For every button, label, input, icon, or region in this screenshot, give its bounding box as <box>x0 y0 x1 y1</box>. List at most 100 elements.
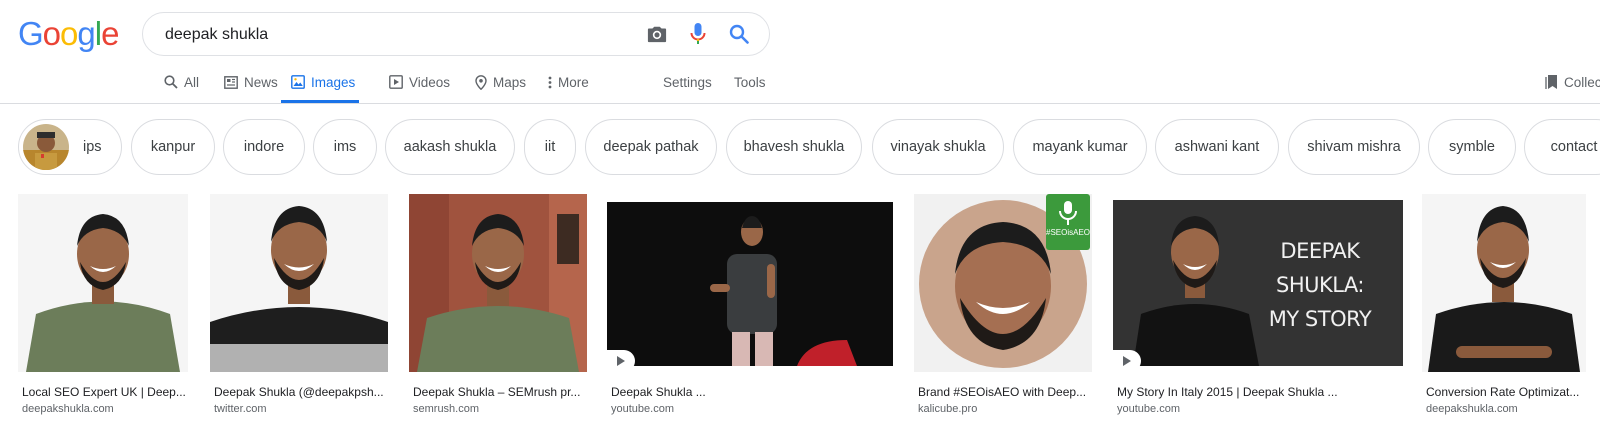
result-source[interactable]: youtube.com <box>611 403 674 415</box>
logo-letter: o <box>60 15 78 52</box>
chip-label: contact <box>1550 139 1598 155</box>
chip-label: ims <box>333 139 357 155</box>
newspaper-icon <box>224 75 238 89</box>
chip-symble[interactable]: symble <box>1428 119 1516 175</box>
play-icon <box>607 350 635 372</box>
chip-indore[interactable]: indore <box>223 119 305 175</box>
result-title[interactable]: Local SEO Expert UK | Deep... <box>22 385 188 399</box>
image-result[interactable]: Deepak Shukla ... youtube.com <box>607 194 893 415</box>
result-title[interactable]: Conversion Rate Optimizat... <box>1426 385 1586 399</box>
image-result[interactable]: #SEOisAEO Brand #SEOisAEO with Deep... k… <box>914 194 1092 415</box>
chip-label: shivam mishra <box>1307 139 1401 155</box>
tools-label: Tools <box>734 74 766 90</box>
map-pin-icon <box>475 74 487 90</box>
chip-kanpur[interactable]: kanpur <box>131 119 215 175</box>
result-title[interactable]: Deepak Shukla – SEMrush pr... <box>413 385 587 399</box>
chip-ims[interactable]: ims <box>313 119 377 175</box>
overlay-line: MY STORY <box>1268 307 1372 331</box>
tab-label: News <box>244 74 278 90</box>
collections-label: Collections <box>1564 74 1600 90</box>
badge-text: #SEOisAEO <box>1046 228 1091 237</box>
chip-label: deepak pathak <box>603 139 699 155</box>
chip-iit[interactable]: iit <box>524 119 576 175</box>
image-result[interactable]: Conversion Rate Optimizat... deepakshukl… <box>1422 194 1586 415</box>
chip-label: iit <box>544 139 556 155</box>
result-thumbnail[interactable]: DEEPAK SHUKLA: MY STORY <box>1113 194 1403 372</box>
bookmark-icon <box>1545 74 1558 90</box>
tab-news[interactable]: News <box>224 62 278 102</box>
result-thumbnail[interactable] <box>409 194 587 372</box>
search-icon[interactable] <box>727 22 751 46</box>
chip-thumbnail <box>23 124 69 170</box>
result-source[interactable]: deepakshukla.com <box>1426 403 1518 415</box>
chip-contact[interactable]: contact <box>1524 119 1600 175</box>
tab-label: All <box>184 74 200 90</box>
tab-more[interactable]: More <box>548 62 589 102</box>
chip-label: bhavesh shukla <box>743 139 845 155</box>
chip-vinayak-shukla[interactable]: vinayak shukla <box>872 119 1004 175</box>
result-title[interactable]: Deepak Shukla (@deepakpsh... <box>214 385 388 399</box>
image-icon <box>291 75 305 89</box>
result-source[interactable]: deepakshukla.com <box>22 403 114 415</box>
logo-letter: g <box>77 15 95 52</box>
chip-label: ips <box>83 139 102 155</box>
result-source[interactable]: twitter.com <box>214 403 267 415</box>
tab-label: Maps <box>493 74 527 90</box>
microphone-icon <box>1059 201 1077 225</box>
logo-letter: o <box>42 15 61 52</box>
seo-badge: #SEOisAEO <box>1046 194 1090 250</box>
google-logo[interactable]: Google <box>18 14 119 54</box>
chip-deepak-pathak[interactable]: deepak pathak <box>585 119 717 175</box>
search-tabs: All News Images Videos Maps More Setting… <box>0 62 1600 103</box>
result-title[interactable]: Deepak Shukla ... <box>611 385 706 399</box>
image-result[interactable]: DEEPAK SHUKLA: MY STORY My Story In Ital… <box>1113 194 1403 415</box>
result-thumbnail[interactable] <box>18 194 188 372</box>
tab-videos[interactable]: Videos <box>389 62 450 102</box>
tab-all[interactable]: All <box>164 62 199 102</box>
chip-mayank-kumar[interactable]: mayank kumar <box>1013 119 1147 175</box>
search-icon <box>164 75 178 89</box>
chip-label: mayank kumar <box>1032 139 1128 155</box>
tab-label: Images <box>311 74 356 90</box>
result-thumbnail[interactable] <box>607 194 893 372</box>
play-icon <box>1113 350 1141 372</box>
search-box <box>142 12 770 57</box>
logo-letter: G <box>18 15 44 52</box>
related-searches: ips kanpur indore ims aakash shukla iit … <box>0 119 1600 177</box>
image-result[interactable]: Local SEO Expert UK | Deep... deepakshuk… <box>18 194 188 415</box>
chip-label: aakash shukla <box>403 139 497 155</box>
chip-ashwani-kant[interactable]: ashwani kant <box>1155 119 1279 175</box>
tab-images[interactable]: Images <box>281 62 360 103</box>
image-result[interactable]: Deepak Shukla – SEMrush pr... semrush.co… <box>409 194 587 415</box>
result-thumbnail[interactable]: #SEOisAEO <box>914 194 1092 372</box>
chip-label: symble <box>1449 139 1495 155</box>
tools-link[interactable]: Tools <box>734 62 766 102</box>
microphone-icon[interactable] <box>686 22 710 46</box>
chip-bhavesh-shukla[interactable]: bhavesh shukla <box>726 119 862 175</box>
search-input[interactable] <box>163 13 627 57</box>
chip-label: kanpur <box>150 139 196 155</box>
more-vert-icon <box>548 76 552 89</box>
tab-label: Videos <box>409 74 451 90</box>
chip-label: ashwani kant <box>1174 139 1260 155</box>
video-icon <box>389 75 403 89</box>
chip-label: vinayak shukla <box>890 139 986 155</box>
tab-maps[interactable]: Maps <box>475 62 526 102</box>
chip-label: indore <box>243 139 285 155</box>
chip-shivam-mishra[interactable]: shivam mishra <box>1288 119 1420 175</box>
result-thumbnail[interactable] <box>1422 194 1586 372</box>
camera-icon[interactable] <box>645 22 669 46</box>
result-thumbnail[interactable] <box>210 194 388 372</box>
overlay-line: DEEPAK SHUKLA: <box>1275 239 1365 297</box>
result-title[interactable]: Brand #SEOisAEO with Deep... <box>918 385 1092 399</box>
chip-aakash-shukla[interactable]: aakash shukla <box>385 119 515 175</box>
chip-ips[interactable]: ips <box>18 119 122 175</box>
logo-letter: e <box>101 15 119 52</box>
result-source[interactable]: youtube.com <box>1117 403 1180 415</box>
settings-link[interactable]: Settings <box>663 62 712 102</box>
result-source[interactable]: semrush.com <box>413 403 479 415</box>
image-result[interactable]: Deepak Shukla (@deepakpsh... twitter.com <box>210 194 388 415</box>
result-title[interactable]: My Story In Italy 2015 | Deepak Shukla .… <box>1117 385 1338 399</box>
result-source[interactable]: kalicube.pro <box>918 403 977 415</box>
collections-link[interactable]: Collections <box>1545 62 1600 102</box>
